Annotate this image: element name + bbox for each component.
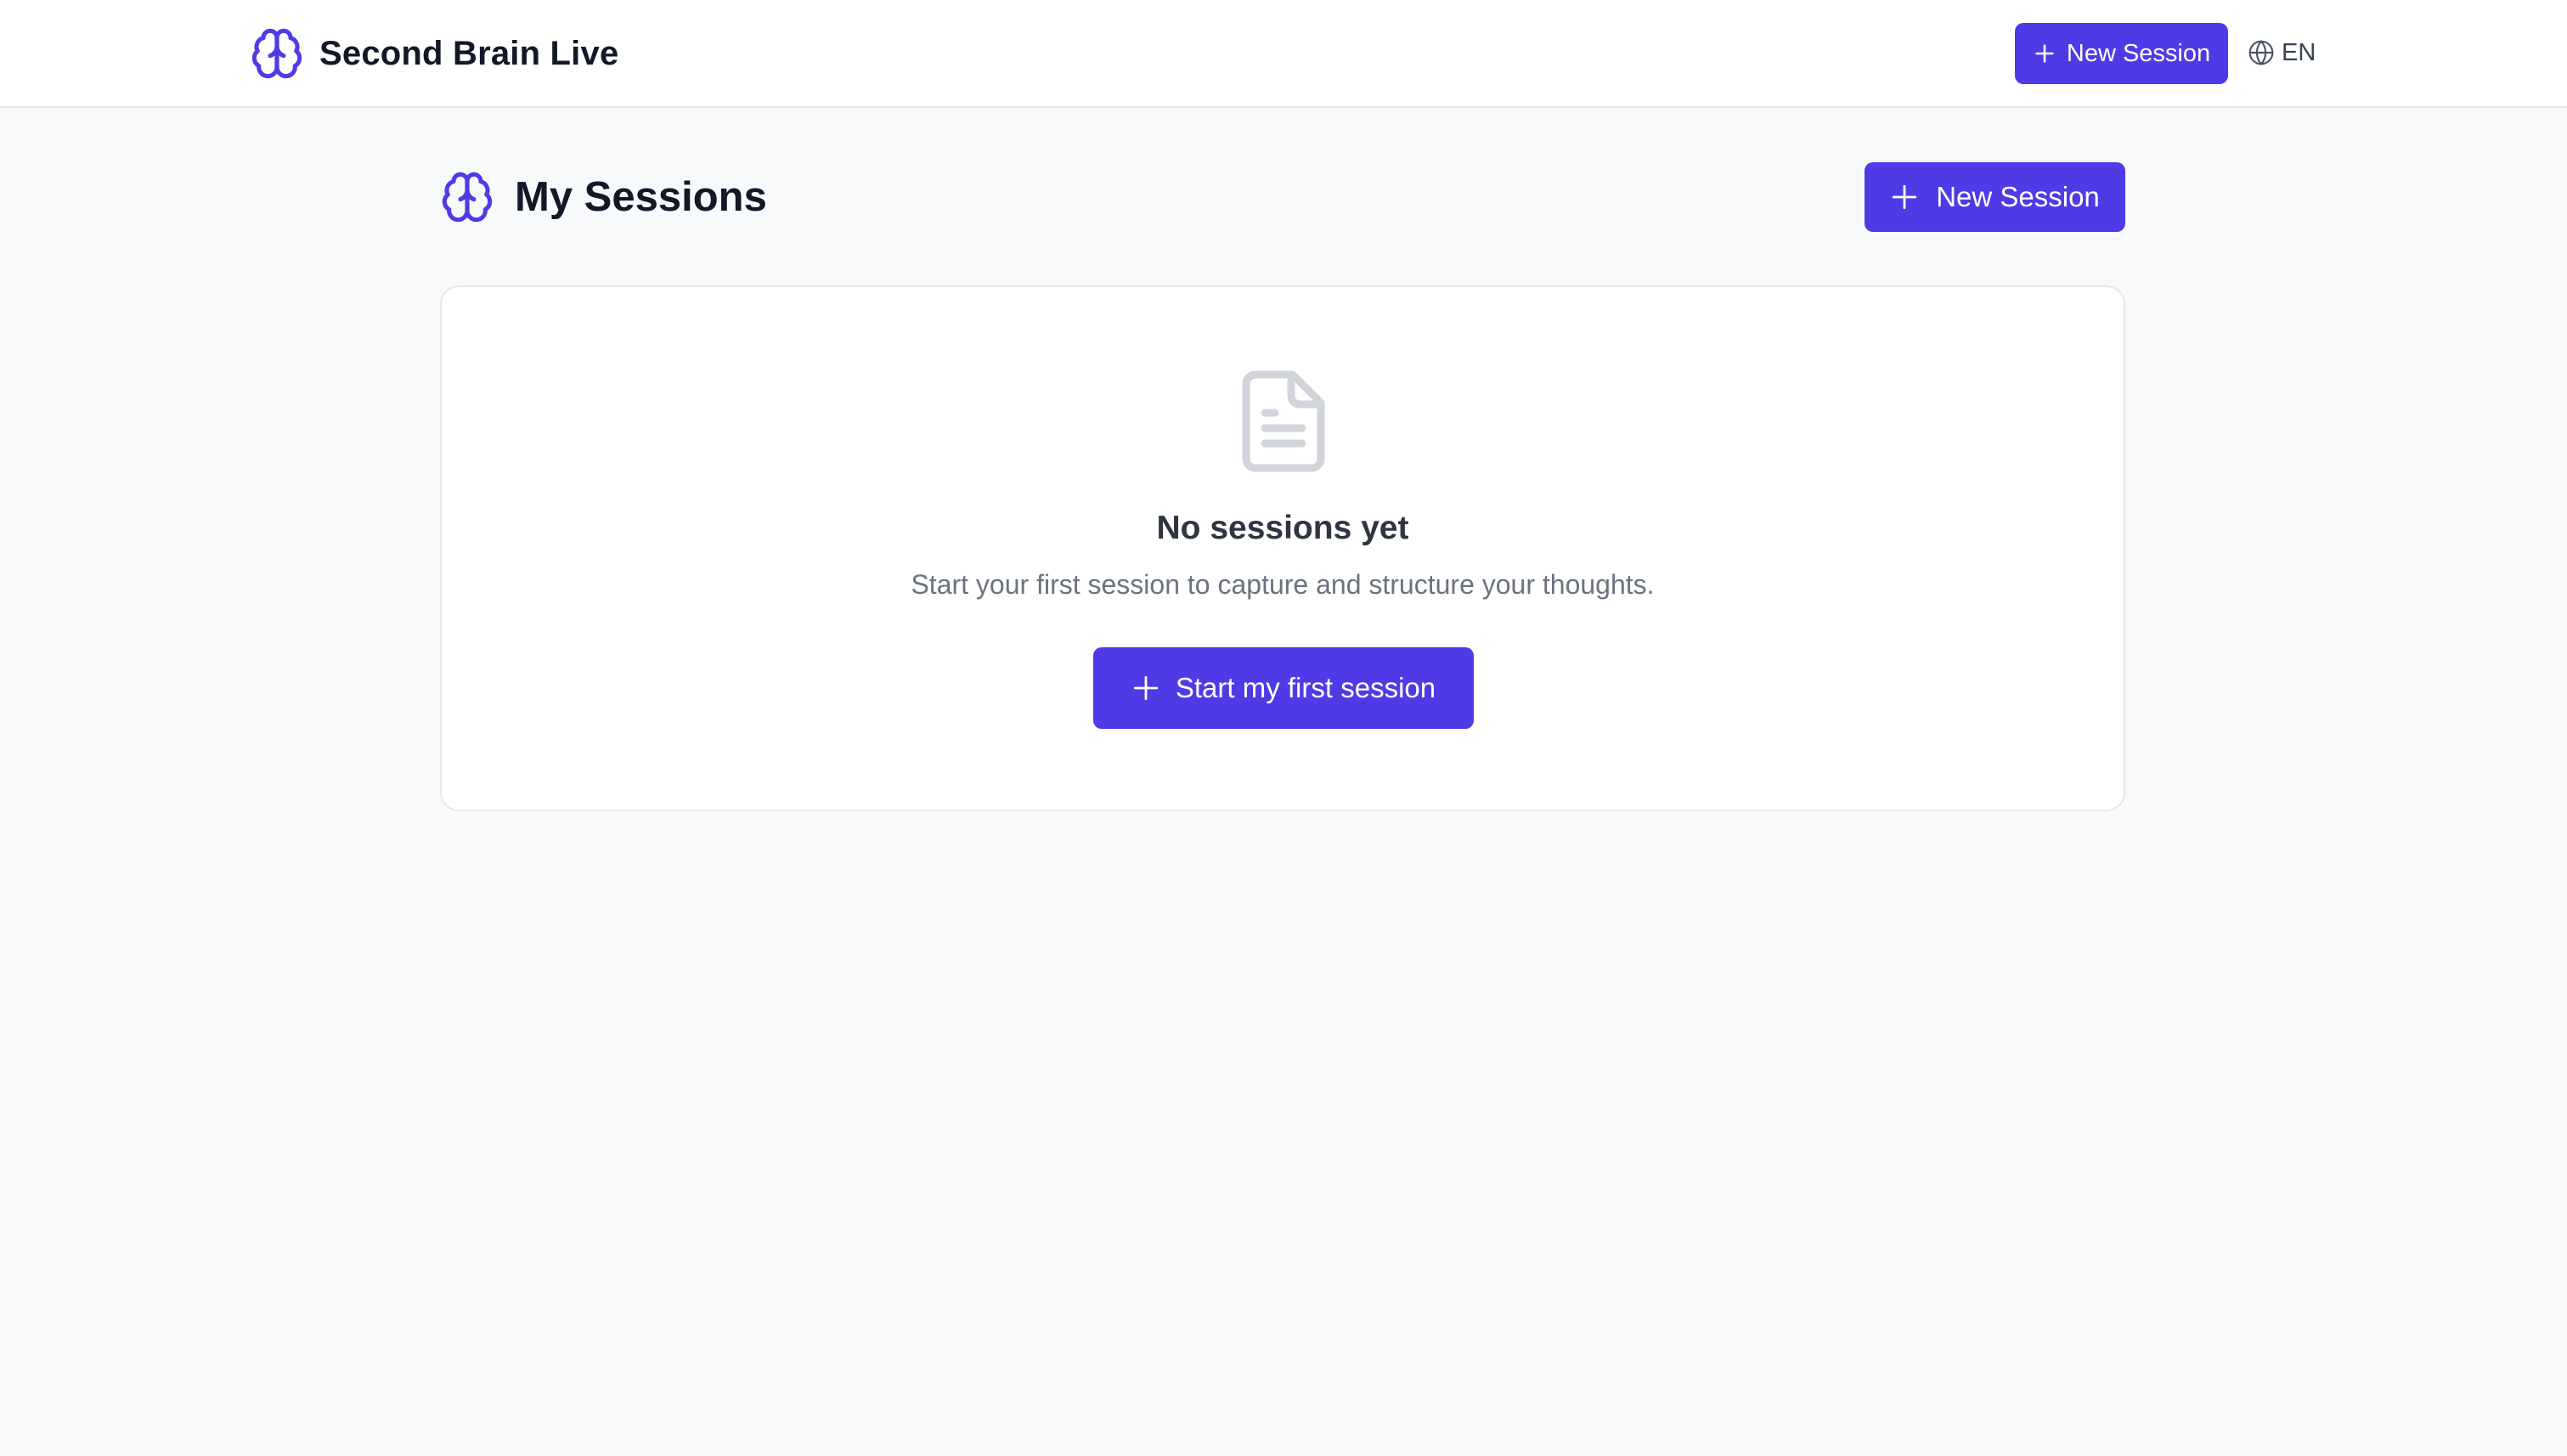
document-icon (1242, 370, 1325, 472)
start-first-session-label: Start my first session (1175, 672, 1436, 703)
header-new-session-label: New Session (2066, 39, 2211, 67)
top-navigation-bar: Second Brain Live New Session EN (0, 0, 2567, 108)
empty-state-title: No sessions yet (1156, 510, 1409, 546)
app-title: Second Brain Live (319, 34, 619, 72)
new-session-button[interactable]: New Session (1865, 162, 2125, 232)
header-new-session-button[interactable]: New Session (2015, 23, 2228, 84)
page-title-group: My Sessions (440, 170, 767, 224)
sessions-page-header: My Sessions New Session (440, 162, 2125, 232)
new-session-label: New Session (1936, 181, 2100, 212)
plus-icon (1893, 184, 1917, 210)
empty-state-description: Start your first session to capture and … (911, 569, 1655, 600)
start-first-session-button[interactable]: Start my first session (1093, 647, 1474, 729)
empty-state-card: No sessions yet Start your first session… (440, 285, 2125, 811)
plus-icon (2035, 44, 2054, 63)
brand-logo-link[interactable]: Second Brain Live (250, 26, 618, 81)
language-label: EN (2282, 38, 2316, 66)
brain-icon (442, 172, 493, 223)
globe-icon (2248, 40, 2274, 65)
language-switcher[interactable]: EN (2248, 34, 2316, 71)
page-title: My Sessions (515, 174, 767, 220)
plus-icon (1133, 675, 1159, 701)
brain-icon (251, 28, 302, 79)
